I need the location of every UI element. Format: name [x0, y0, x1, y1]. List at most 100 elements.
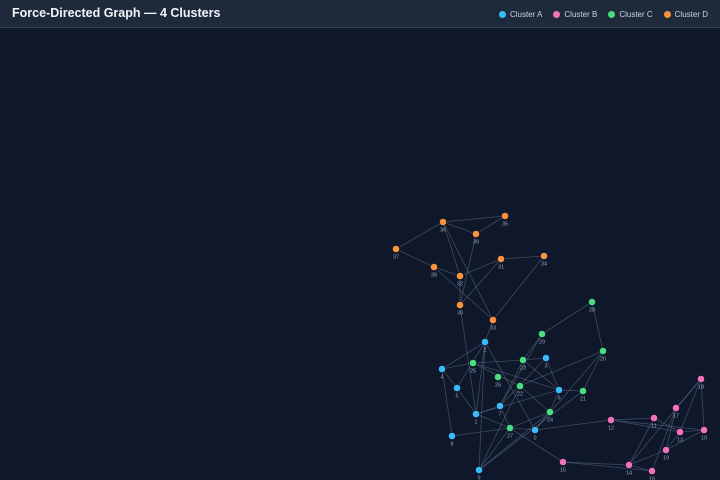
legend-item-cluster-d[interactable]: Cluster D	[663, 9, 708, 19]
graph-node-18[interactable]	[697, 375, 705, 383]
graph-node-label-17: 17	[673, 414, 679, 420]
legend-item-cluster-b[interactable]: Cluster B	[553, 10, 597, 19]
graph-node-31[interactable]	[497, 255, 505, 263]
legend-item-cluster-a[interactable]: Cluster A	[498, 10, 542, 19]
graph-node-label-37: 37	[393, 255, 399, 261]
graph-node-8[interactable]	[448, 432, 456, 440]
graph-node-14[interactable]	[625, 461, 633, 469]
graph-node-17[interactable]	[672, 404, 680, 412]
graph-node-label-4: 4	[440, 375, 443, 381]
legend-item-cluster-c[interactable]: Cluster C	[608, 10, 653, 19]
header-bar: Force-Directed Graph — 4 Clusters Cluste…	[0, 0, 720, 28]
graph-node-13[interactable]	[676, 428, 684, 436]
graph-node-23[interactable]	[519, 356, 527, 364]
graph-node-4[interactable]	[438, 365, 446, 373]
graph-node-16[interactable]	[648, 467, 656, 475]
graph-node-label-20: 20	[600, 357, 606, 363]
graph-node-label-9: 9	[477, 476, 480, 480]
graph-node-36[interactable]	[439, 218, 447, 226]
graph-node-33[interactable]	[489, 316, 497, 324]
graph-node-12[interactable]	[607, 416, 615, 424]
graph-edge-25-23	[472, 359, 524, 364]
graph-edge-29-28	[541, 301, 593, 335]
graph-node-2[interactable]	[481, 338, 489, 346]
graph-edge-14-15	[562, 461, 630, 466]
graph-node-25[interactable]	[469, 359, 477, 367]
graph-node-label-3: 3	[544, 364, 547, 370]
graph-node-label-23: 23	[520, 366, 526, 372]
graph-edge-27-9	[478, 427, 511, 471]
graph-node-30[interactable]	[456, 301, 464, 309]
graph-node-3[interactable]	[542, 354, 550, 362]
graph-node-label-22: 22	[517, 392, 523, 398]
graph-node-label-1: 1	[474, 420, 477, 426]
graph-node-label-32: 32	[457, 282, 463, 288]
graph-node-label-29: 29	[539, 340, 545, 346]
graph-node-label-7: 7	[498, 412, 501, 418]
graph-node-28[interactable]	[588, 298, 596, 306]
graph-edge-10-19	[665, 429, 705, 451]
graph-node-11[interactable]	[650, 414, 658, 422]
graph-node-37[interactable]	[392, 245, 400, 253]
graph-node-label-5: 5	[455, 394, 458, 400]
graph-node-label-15: 15	[560, 468, 566, 474]
graph-node-10[interactable]	[700, 426, 708, 434]
graph-node-label-13: 13	[677, 438, 683, 444]
graph-edge-2-9	[478, 341, 486, 471]
cluster-c-dot-icon	[608, 10, 616, 18]
graph-node-26[interactable]	[494, 373, 502, 381]
graph-edge-23-6	[522, 359, 560, 391]
graph-node-label-19: 19	[663, 456, 669, 462]
legend: Cluster A Cluster B Cluster C Cluster D	[498, 0, 708, 28]
graph-node-20[interactable]	[599, 347, 607, 355]
legend-label: Cluster D	[674, 9, 708, 19]
graph-edge-37-38	[395, 248, 435, 268]
graph-node-9[interactable]	[475, 466, 483, 474]
graph-node-6[interactable]	[555, 386, 563, 394]
graph-svg[interactable]: 012345 6789101112131415161718192021222324…	[0, 28, 720, 480]
edges-layer	[395, 215, 705, 472]
graph-node-35[interactable]	[501, 212, 509, 220]
page-title: Force-Directed Graph — 4 Clusters	[12, 6, 221, 20]
graph-node-1[interactable]	[472, 410, 480, 418]
graph-node-21[interactable]	[579, 387, 587, 395]
graph-node-0[interactable]	[531, 426, 539, 434]
graph-node-34[interactable]	[540, 252, 548, 260]
graph-node-label-11: 11	[651, 424, 657, 430]
graph-edge-12-11	[610, 417, 655, 421]
graph-edge-16-15	[562, 461, 653, 472]
graph-node-label-0: 0	[533, 436, 536, 442]
cluster-b-dot-icon	[553, 10, 561, 18]
graph-node-38[interactable]	[430, 263, 438, 271]
graph-node-label-38: 38	[431, 273, 437, 279]
nodes-layer: 012345 6789101112131415161718192021222324…	[392, 212, 708, 480]
graph-node-39[interactable]	[472, 230, 480, 238]
graph-edge-22-24	[519, 385, 551, 413]
legend-label: Cluster B	[564, 9, 598, 19]
graph-node-label-12: 12	[608, 426, 614, 432]
graph-node-29[interactable]	[538, 330, 546, 338]
graph-node-24[interactable]	[546, 408, 554, 416]
graph-node-15[interactable]	[559, 458, 567, 466]
graph-node-19[interactable]	[662, 446, 670, 454]
graph-node-label-14: 14	[626, 471, 632, 477]
graph-edge-12-10	[610, 419, 705, 431]
graph-node-27[interactable]	[506, 424, 514, 432]
graph-node-label-25: 25	[470, 369, 476, 375]
graph-node-label-39: 39	[473, 240, 479, 246]
graph-node-22[interactable]	[516, 382, 524, 390]
graph-node-label-8: 8	[450, 442, 453, 448]
graph-node-label-2: 2	[483, 348, 486, 354]
graph-edge-36-35	[442, 215, 506, 223]
graph-node-label-21: 21	[580, 397, 586, 403]
graph-node-label-35: 35	[502, 222, 508, 228]
graph-node-label-26: 26	[495, 383, 501, 389]
graph-node-32[interactable]	[456, 272, 464, 280]
graph-node-5[interactable]	[453, 384, 461, 392]
app-window: Force-Directed Graph — 4 Clusters Cluste…	[0, 0, 720, 480]
graph-node-label-16: 16	[649, 477, 655, 480]
graph-canvas[interactable]: 0 1 2 3 4 5 6 7 8 9 10 11 12 13 14 15 16 17 18 19 20 21 22 23 24…	[0, 28, 720, 480]
graph-node-7[interactable]	[496, 402, 504, 410]
graph-node-label-24: 24	[547, 418, 553, 424]
graph-edge-23-29	[522, 333, 543, 361]
